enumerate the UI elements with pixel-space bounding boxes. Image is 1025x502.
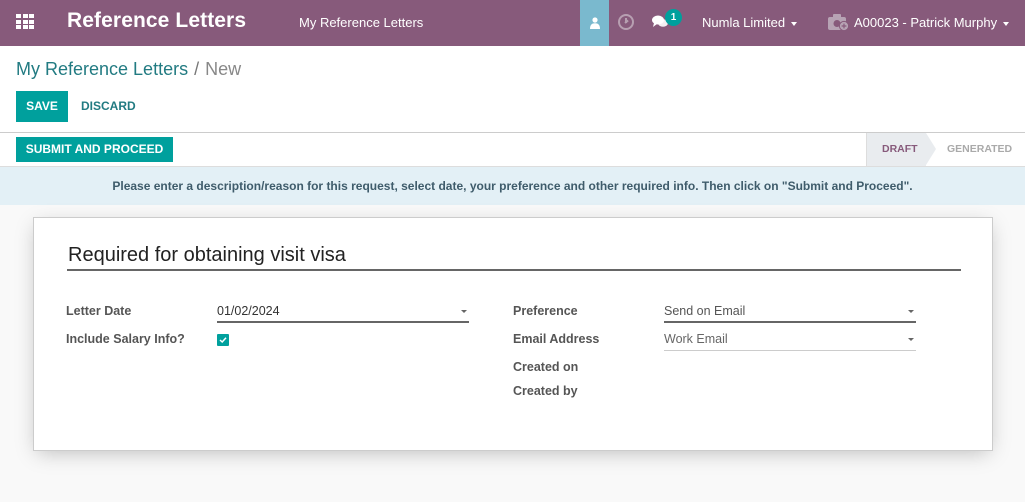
preference-label: Preference [513, 304, 578, 318]
app-title: Reference Letters [67, 9, 247, 32]
control-panel: My Reference Letters / New SAVE DISCARD [0, 46, 1025, 133]
form-statusbar: SUBMIT AND PROCEED DRAFT GENERATED [0, 133, 1025, 167]
user-name: A00023 - Patrick Murphy [854, 15, 998, 30]
caret-down-icon [1003, 21, 1010, 26]
user-menu[interactable]: A00023 - Patrick Murphy [854, 15, 1010, 30]
top-navbar: Reference Letters My Reference Letters 1… [0, 0, 1025, 46]
include-salary-label: Include Salary Info? [66, 332, 185, 346]
created-by-label: Created by [513, 384, 578, 398]
preference-value: Send on Email [664, 304, 746, 318]
breadcrumb: My Reference Letters / New [16, 59, 241, 80]
preference-select[interactable]: Send on Email [664, 302, 916, 323]
description-title-input[interactable]: Required for obtaining visit visa [67, 242, 961, 271]
letter-date-label: Letter Date [66, 304, 132, 318]
email-address-select[interactable]: Work Email [664, 330, 916, 351]
apps-menu-icon[interactable] [16, 14, 34, 30]
submit-and-proceed-button[interactable]: SUBMIT AND PROCEED [16, 137, 173, 162]
include-salary-checkbox[interactable] [217, 334, 229, 346]
breadcrumb-separator: / [194, 59, 200, 79]
company-switcher[interactable]: Numla Limited [702, 15, 798, 30]
dropdown-caret-icon [461, 310, 467, 313]
form-sheet: Required for obtaining visit visa Letter… [33, 217, 993, 451]
user-avatar-camera-icon [828, 13, 850, 36]
dropdown-caret-icon [908, 338, 914, 341]
activity-clock-icon[interactable] [618, 14, 634, 30]
stage-draft: DRAFT [866, 133, 936, 166]
info-alert: Please enter a description/reason for th… [0, 167, 1025, 205]
checkmark-icon [219, 337, 227, 344]
menu-item-my-reference-letters[interactable]: My Reference Letters [299, 15, 423, 30]
letter-date-input[interactable]: 01/02/2024 [217, 302, 469, 323]
letter-date-value: 01/02/2024 [217, 304, 280, 318]
company-name: Numla Limited [702, 15, 786, 30]
caret-down-icon [791, 21, 798, 26]
created-on-label: Created on [513, 360, 579, 374]
breadcrumb-current: New [205, 59, 242, 79]
breadcrumb-parent-link[interactable]: My Reference Letters [16, 59, 188, 79]
save-button[interactable]: SAVE [16, 91, 68, 122]
email-address-value: Work Email [664, 332, 728, 346]
discard-button[interactable]: DISCARD [81, 99, 136, 113]
stage-generated: GENERATED [947, 143, 1013, 155]
dropdown-caret-icon [908, 310, 914, 313]
email-address-label: Email Address [513, 332, 600, 346]
user-profile-tab[interactable] [580, 0, 609, 46]
message-count-badge: 1 [665, 9, 682, 26]
user-icon [589, 17, 600, 29]
